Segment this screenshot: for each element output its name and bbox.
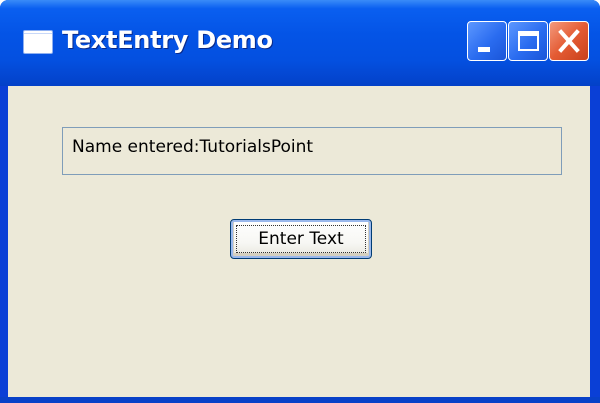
app-window: TextEntry Demo Name entered:TutorialsPoi…: [0, 0, 600, 403]
minimize-button[interactable]: [467, 21, 507, 61]
name-display-field: Name entered:TutorialsPoint: [62, 127, 562, 175]
window-bottom-border: [0, 397, 600, 403]
window-title: TextEntry Demo: [62, 26, 273, 54]
enter-text-button-label: Enter Text: [258, 229, 344, 249]
title-bar[interactable]: TextEntry Demo: [0, 0, 600, 86]
maximize-button[interactable]: [508, 21, 548, 61]
minimize-icon: [478, 47, 490, 52]
close-button[interactable]: [549, 21, 589, 61]
close-icon: [558, 29, 580, 53]
maximize-icon: [518, 31, 539, 51]
window-icon[interactable]: [24, 31, 52, 53]
client-area: Name entered:TutorialsPoint Enter Text: [8, 86, 590, 397]
name-display-text: Name entered:TutorialsPoint: [72, 137, 314, 157]
enter-text-button[interactable]: Enter Text: [230, 219, 372, 259]
